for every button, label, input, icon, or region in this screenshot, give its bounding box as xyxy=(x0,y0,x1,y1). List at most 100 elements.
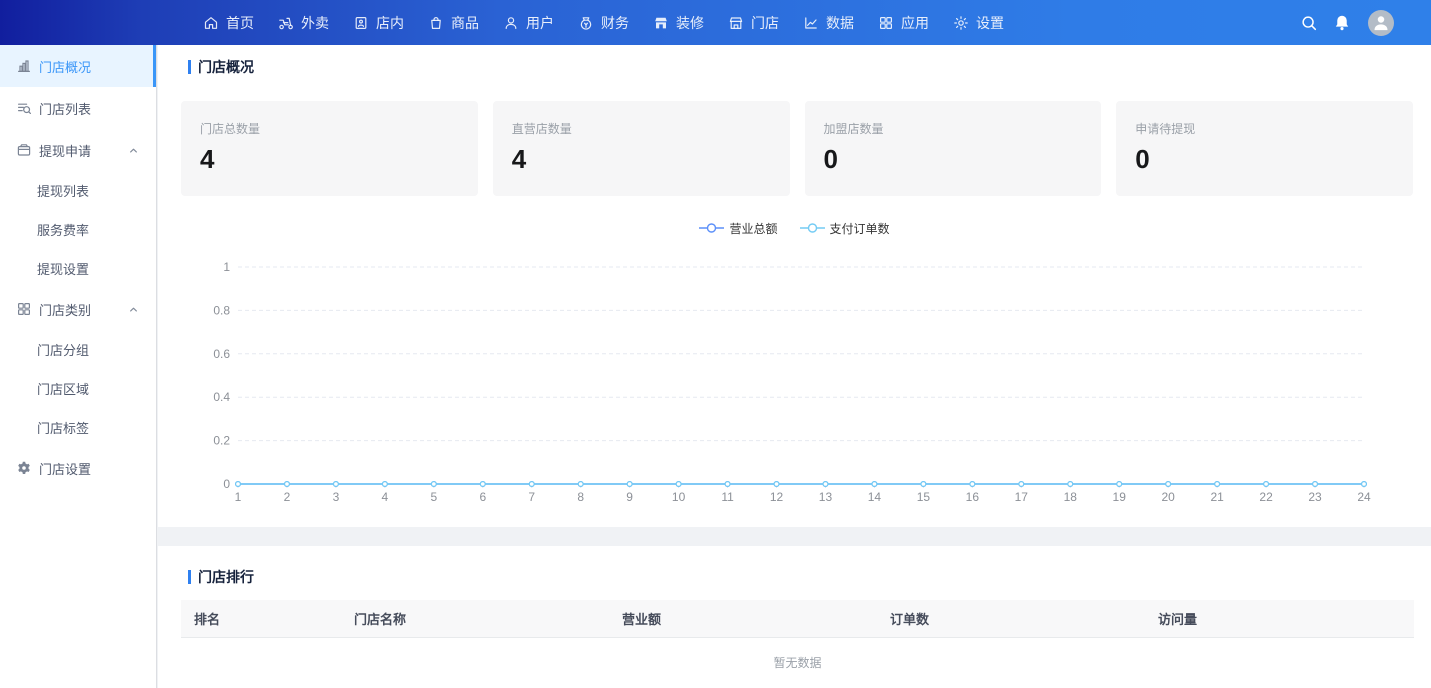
legend-label: 营业总额 xyxy=(729,220,777,237)
nav-item-finance[interactable]: 财务 xyxy=(578,0,629,45)
svg-text:0: 0 xyxy=(223,477,230,491)
sidebar-item-store-overview[interactable]: 门店概况 xyxy=(0,45,156,87)
svg-text:0.6: 0.6 xyxy=(213,347,230,361)
bell-icon[interactable] xyxy=(1333,14,1351,32)
stat-card-value: 0 xyxy=(1135,144,1413,175)
sidebar-subitem-label: 门店区域 xyxy=(37,379,89,398)
svg-text:16: 16 xyxy=(966,490,980,504)
finance-icon xyxy=(578,15,594,31)
svg-text:0.2: 0.2 xyxy=(213,434,230,448)
svg-text:19: 19 xyxy=(1113,490,1127,504)
legend-label: 支付订单数 xyxy=(830,220,890,237)
nav-item-label: 店内 xyxy=(376,13,404,33)
nav-item-data[interactable]: 数据 xyxy=(803,0,854,45)
sidebar-subitem-store-tag[interactable]: 门店标签 xyxy=(0,408,156,447)
avatar[interactable] xyxy=(1368,10,1394,36)
stat-card-1: 直营店数量4 xyxy=(493,101,790,196)
grid-icon xyxy=(16,301,32,317)
nav-item-apps[interactable]: 应用 xyxy=(878,0,929,45)
sidebar-subitem-store-group[interactable]: 门店分组 xyxy=(0,330,156,369)
nav-item-goods[interactable]: 商品 xyxy=(428,0,479,45)
page-title: 门店概况 xyxy=(198,57,254,77)
nav-item-label: 首页 xyxy=(226,13,254,33)
legend-item-0[interactable]: 营业总额 xyxy=(699,220,777,237)
chevron-up-icon xyxy=(127,303,140,316)
svg-text:9: 9 xyxy=(626,490,633,504)
delivery-icon xyxy=(278,15,294,31)
sidebar-item-label: 门店列表 xyxy=(39,99,91,118)
ranking-title: 门店排行 xyxy=(198,567,254,587)
sidebar-item-label: 提现申请 xyxy=(39,141,91,160)
svg-text:18: 18 xyxy=(1064,490,1078,504)
svg-text:15: 15 xyxy=(917,490,931,504)
sidebar-item-store-category[interactable]: 门店类别 xyxy=(0,288,156,330)
svg-text:7: 7 xyxy=(528,490,535,504)
svg-text:14: 14 xyxy=(868,490,882,504)
stat-card-value: 4 xyxy=(512,144,790,175)
svg-text:11: 11 xyxy=(721,490,734,504)
ranking-column-header: 订单数 xyxy=(877,600,1145,638)
sidebar-subitem-service-rate[interactable]: 服务费率 xyxy=(0,210,156,249)
title-accent-bar xyxy=(188,60,191,74)
sidebar-subitem-label: 服务费率 xyxy=(37,220,89,239)
empty-state-text: 暂无数据 xyxy=(181,638,1414,688)
gear-filled-icon xyxy=(16,460,32,476)
data-icon xyxy=(803,15,819,31)
stat-card-value: 4 xyxy=(200,144,478,175)
store-overview-panel: 门店概况 门店总数量4直营店数量4加盟店数量0申请待提现0 营业总额支付订单数 … xyxy=(158,45,1431,527)
decorate-icon xyxy=(653,15,669,31)
svg-text:1: 1 xyxy=(223,260,230,274)
search-icon[interactable] xyxy=(1300,14,1318,32)
instore-icon xyxy=(353,15,369,31)
nav-item-label: 商品 xyxy=(451,13,479,33)
sidebar-subitem-withdraw-list[interactable]: 提现列表 xyxy=(0,171,156,210)
stat-card-2: 加盟店数量0 xyxy=(805,101,1102,196)
ranking-table-header-row: 排名门店名称营业额订单数访问量 xyxy=(181,600,1414,638)
nav-item-instore[interactable]: 店内 xyxy=(353,0,404,45)
nav-item-label: 外卖 xyxy=(301,13,329,33)
svg-text:12: 12 xyxy=(770,490,784,504)
nav-item-label: 装修 xyxy=(676,13,704,33)
nav-item-users[interactable]: 用户 xyxy=(503,0,554,45)
list-search-icon xyxy=(16,100,32,116)
stat-card-0: 门店总数量4 xyxy=(181,101,478,196)
person-icon xyxy=(1371,10,1391,36)
nav-item-takeout[interactable]: 外卖 xyxy=(278,0,329,45)
ranking-table-empty-row: 暂无数据 xyxy=(181,638,1414,688)
svg-text:3: 3 xyxy=(333,490,340,504)
sidebar-subitem-store-region[interactable]: 门店区域 xyxy=(0,369,156,408)
stat-card-3: 申请待提现 0 xyxy=(1116,101,1413,196)
sidebar-item-store-list[interactable]: 门店列表 xyxy=(0,87,156,129)
svg-text:2: 2 xyxy=(284,490,291,504)
apps-icon xyxy=(878,15,894,31)
legend-item-1[interactable]: 支付订单数 xyxy=(800,220,890,237)
svg-text:5: 5 xyxy=(430,490,437,504)
legend-marker-icon xyxy=(699,222,724,234)
sidebar-item-withdraw-apply[interactable]: 提现申请 xyxy=(0,129,156,171)
main-content: 门店概况 门店总数量4直营店数量4加盟店数量0申请待提现0 营业总额支付订单数 … xyxy=(158,45,1431,688)
nav-item-label: 门店 xyxy=(751,13,779,33)
ranking-column-header: 排名 xyxy=(181,600,341,638)
svg-text:0.4: 0.4 xyxy=(213,390,230,404)
user-icon xyxy=(503,15,519,31)
stat-cards: 门店总数量4直营店数量4加盟店数量0 申请待提现 0 xyxy=(181,101,1413,196)
nav-item-home[interactable]: 首页 xyxy=(203,0,254,45)
sidebar-item-label: 门店设置 xyxy=(39,459,91,478)
stat-card-label: 申请待提现 xyxy=(1135,120,1413,137)
nav-item-decorate[interactable]: 装修 xyxy=(653,0,704,45)
nav-item-label: 用户 xyxy=(526,13,554,33)
svg-text:8: 8 xyxy=(577,490,584,504)
nav-item-label: 财务 xyxy=(601,13,629,33)
svg-text:0.8: 0.8 xyxy=(213,303,230,317)
svg-text:23: 23 xyxy=(1308,490,1322,504)
ranking-table: 排名门店名称营业额订单数访问量 暂无数据 xyxy=(181,600,1414,688)
ranking-section-title: 门店排行 xyxy=(158,546,1431,587)
nav-item-stores[interactable]: 门店 xyxy=(728,0,779,45)
nav-item-settings[interactable]: 设置 xyxy=(953,0,1004,45)
svg-text:4: 4 xyxy=(382,490,389,504)
svg-text:24: 24 xyxy=(1357,490,1371,504)
sidebar-subitem-withdraw-settings[interactable]: 提现设置 xyxy=(0,249,156,288)
sidebar-item-store-settings[interactable]: 门店设置 xyxy=(0,447,156,489)
wallet-icon xyxy=(16,142,32,158)
svg-text:10: 10 xyxy=(672,490,686,504)
